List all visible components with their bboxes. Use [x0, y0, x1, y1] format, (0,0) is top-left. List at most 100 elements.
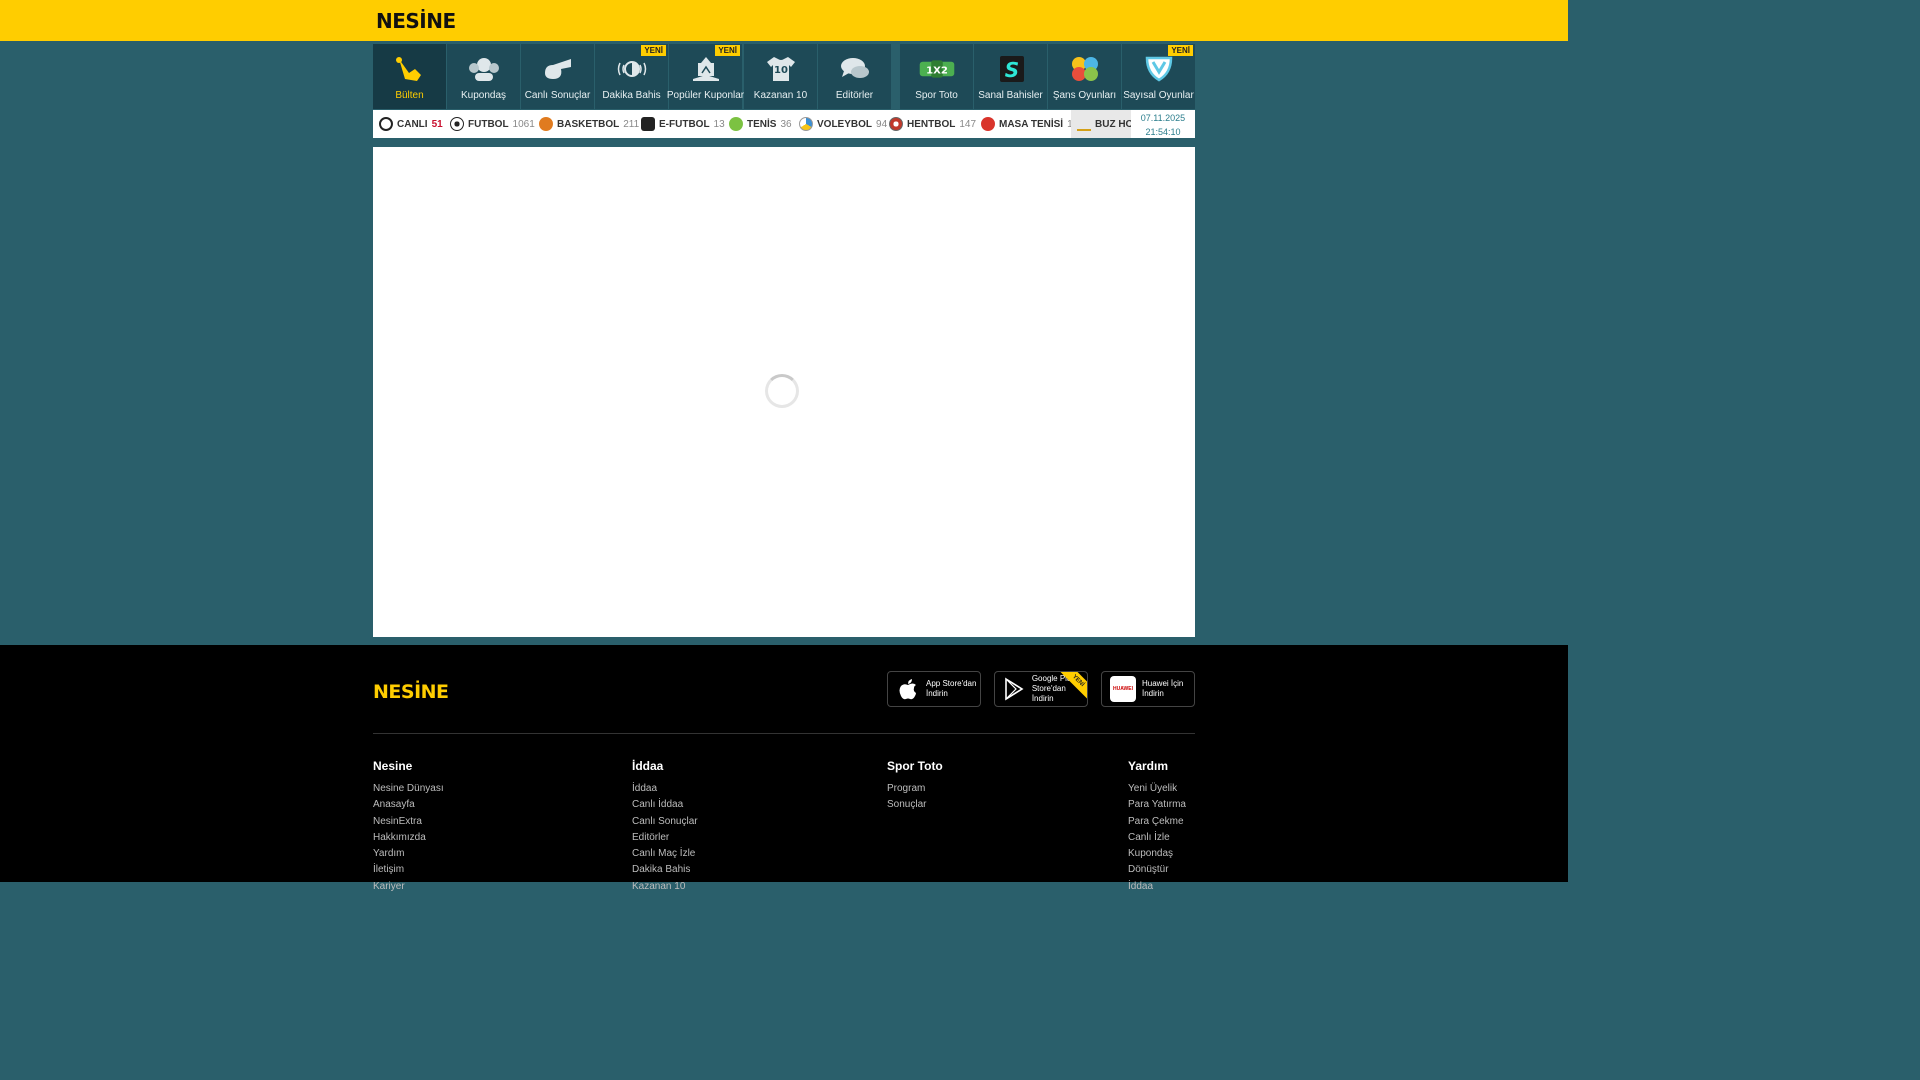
sport-tenis[interactable]: TENİS 36 — [729, 110, 792, 138]
sports-strip: CANLI 51 FUTBOL 1061 BASKETBOL 211 E-FUT… — [373, 110, 1195, 138]
gamepad-icon — [641, 117, 655, 131]
footer-link[interactable]: Dönüştür — [1128, 862, 1186, 878]
nav-dakika-bahis[interactable]: YENİ Dakika Bahis — [595, 44, 668, 109]
sport-buz-hokeyi[interactable]: BUZ HOI — [1077, 110, 1136, 138]
toto-glyph: 1X2 — [926, 65, 948, 76]
sanal-glyph: S — [1004, 58, 1018, 82]
sport-voleybol[interactable]: VOLEYBOL 94 — [799, 110, 887, 138]
footer: NESİNE App Store'dan İndirin YENİ Google… — [0, 645, 1568, 892]
sport-label: BASKETBOL — [557, 118, 620, 130]
footer-link[interactable]: Hakkımızda — [373, 830, 444, 846]
sport-e-futbol[interactable]: E-FUTBOL 13 — [641, 110, 725, 138]
footer-link[interactable]: Dakika Bahis — [632, 862, 698, 878]
nav-kazanan-10[interactable]: 10 Kazanan 10 — [744, 44, 817, 109]
content-area — [373, 147, 1195, 637]
nav-populer-kuponlar[interactable]: YENİ Popüler Kuponlar — [666, 44, 745, 109]
store-line1: Huawei İçin — [1142, 679, 1184, 688]
lottery-icon — [1141, 54, 1177, 84]
sport-count: 147 — [959, 118, 977, 130]
whistle-icon — [540, 54, 576, 84]
footer-link[interactable]: Canlı Maç İzle — [632, 846, 698, 862]
nav-sanal-bahisler[interactable]: S Sanal Bahisler — [974, 44, 1047, 109]
footer-link[interactable]: NesinExtra — [373, 814, 444, 830]
community-icon — [466, 54, 502, 84]
footer-logo[interactable]: NESİNE — [373, 681, 449, 703]
live-stopwatch-icon — [379, 117, 393, 131]
footer-link[interactable]: Canlı Sonuçlar — [632, 814, 698, 830]
footer-link[interactable]: Sonuçlar — [887, 797, 943, 813]
store-line2: İndirin — [926, 689, 948, 698]
footer-link[interactable]: Nesine Dünyası — [373, 781, 444, 797]
football-icon — [450, 117, 464, 131]
footer-col-title: İddaa — [632, 759, 664, 773]
nav-sayisal-oyunlar[interactable]: YENİ Sayısal Oyunlar — [1122, 44, 1195, 109]
sport-futbol[interactable]: FUTBOL 1061 — [450, 110, 535, 138]
nav-label: Dakika Bahis — [602, 90, 661, 101]
nav-label: Şans Oyunları — [1052, 90, 1117, 101]
footer-col-spor-toto: Spor Toto Program Sonuçlar — [887, 759, 943, 814]
nav-editorler[interactable]: Editörler — [818, 44, 891, 109]
nav-label: Kupondaş — [460, 90, 507, 101]
footer-link[interactable]: Canlı İzle — [1128, 830, 1186, 846]
footer-link[interactable]: İddaa — [632, 781, 698, 797]
footer-link[interactable]: Kupondaş — [1128, 846, 1186, 862]
sport-label: TENİS — [747, 118, 777, 130]
huawei-icon-text: HUAWEI — [1113, 686, 1133, 692]
store-line2: İndirin — [1142, 689, 1164, 698]
nesine-logo[interactable]: NESİNE — [376, 9, 456, 33]
footer-link[interactable]: Yeni Üyelik — [1128, 781, 1186, 797]
footer-link[interactable]: İletişim — [373, 862, 444, 878]
footer-col-title: Spor Toto — [887, 759, 943, 773]
jersey-icon: 10 — [763, 54, 799, 84]
footer-link[interactable]: Kazanan 10 — [632, 879, 698, 895]
footer-col-nesine: Nesine Nesine Dünyası Anasayfa NesinExtr… — [373, 759, 444, 895]
footer-link[interactable]: Kariyer — [373, 879, 444, 895]
date-time: 07.11.2025 21:54:10 — [1131, 110, 1195, 138]
footer-col-yardim: Yardım Yeni Üyelik Para Yatırma Para Çek… — [1128, 759, 1186, 895]
popular-coupon-icon — [688, 54, 724, 84]
footer-link[interactable]: Editörler — [632, 830, 698, 846]
nav-sans-oyunlari[interactable]: Şans Oyunları — [1048, 44, 1121, 109]
basketball-icon — [539, 117, 553, 131]
nav-label: Popüler Kuponlar — [666, 90, 745, 101]
sport-count: 51 — [431, 118, 443, 130]
huawei-icon: HUAWEI — [1110, 676, 1136, 702]
app-store-button[interactable]: App Store'dan İndirin — [887, 671, 981, 707]
sport-label: E-FUTBOL — [659, 118, 710, 130]
google-play-icon — [1003, 677, 1026, 701]
new-badge: YENİ — [641, 45, 666, 56]
nav-bulten[interactable]: Bülten — [373, 44, 446, 109]
nav-label: Sayısal Oyunlar — [1123, 90, 1194, 101]
huawei-button[interactable]: HUAWEI Huawei İçin İndirin — [1101, 671, 1195, 707]
footer-link[interactable]: Canlı İddaa — [632, 797, 698, 813]
1x2-icon: 1X2 — [919, 54, 955, 84]
virtual-s-icon: S — [993, 54, 1029, 84]
footer-link[interactable]: Program — [887, 781, 943, 797]
new-badge: YENİ — [1168, 45, 1193, 56]
footer-link[interactable]: Yardım — [373, 846, 444, 862]
google-play-button[interactable]: YENİ Google Play Store'dan İndirin — [994, 671, 1088, 707]
sport-label: CANLI — [397, 118, 428, 130]
ice-hockey-icon — [1077, 117, 1091, 131]
sport-count: 211 — [623, 118, 640, 130]
sport-label: BUZ HOI — [1095, 118, 1137, 130]
nav-kupondas[interactable]: Kupondaş — [447, 44, 520, 109]
store-line1: App Store'dan — [926, 679, 977, 688]
nav-label: Canlı Sonuçlar — [524, 90, 591, 101]
footer-link[interactable]: Anasayfa — [373, 797, 444, 813]
sport-canli[interactable]: CANLI 51 — [379, 110, 443, 138]
current-time: 21:54:10 — [1145, 127, 1181, 137]
sport-basketbol[interactable]: BASKETBOL 211 — [539, 110, 639, 138]
sport-label: VOLEYBOL — [817, 118, 873, 130]
footer-divider — [373, 733, 1195, 734]
nav-canli-sonuclar[interactable]: Canlı Sonuçlar — [521, 44, 594, 109]
sport-hentbol[interactable]: HENTBOL 147 — [889, 110, 976, 138]
nav-spor-toto[interactable]: 1X2 Spor Toto — [900, 44, 973, 109]
footer-link[interactable]: Para Yatırma — [1128, 797, 1186, 813]
footer-link[interactable]: Para Çekme — [1128, 814, 1186, 830]
clover-icon — [1067, 54, 1103, 84]
sport-masa-tenisi[interactable]: MASA TENİSİ 1 — [981, 110, 1073, 138]
sport-count: 1061 — [512, 118, 535, 130]
footer-link[interactable]: İddaa — [1128, 879, 1186, 895]
sport-count: 94 — [876, 118, 888, 130]
